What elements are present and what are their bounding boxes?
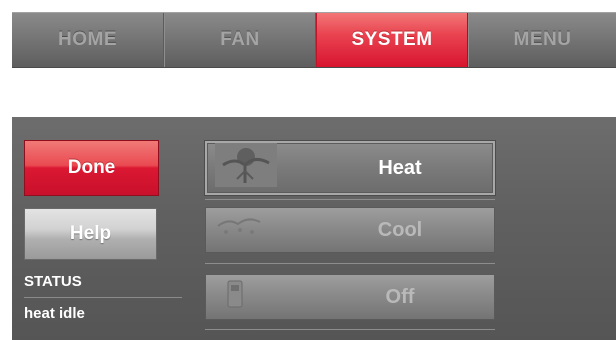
mode-heat-label: Heat (378, 156, 422, 179)
done-button[interactable]: Done (24, 140, 159, 196)
tab-home[interactable]: HOME (12, 13, 164, 67)
heat-icon (215, 143, 277, 193)
tab-fan[interactable]: FAN (164, 13, 316, 67)
status-label: STATUS (24, 273, 82, 290)
divider (205, 199, 495, 200)
cool-icon (214, 212, 276, 248)
mode-cool-button[interactable]: Cool (205, 207, 495, 253)
top-nav-bar: HOME FAN SYSTEM MENU (12, 12, 616, 68)
tab-menu[interactable]: MENU (468, 13, 616, 67)
mode-off-label: Off (385, 285, 415, 308)
mode-cool-label: Cool (377, 218, 423, 241)
tab-system[interactable]: SYSTEM (316, 13, 468, 67)
divider (205, 263, 495, 264)
help-button[interactable]: Help (24, 208, 157, 260)
system-mode-panel: Done Help STATUS heat idle Heat Cool Off (12, 117, 616, 340)
mode-heat-button[interactable]: Heat (205, 141, 495, 195)
off-icon (214, 279, 254, 315)
divider (205, 329, 495, 330)
mode-off-button[interactable]: Off (205, 274, 495, 320)
status-value: heat idle (24, 305, 85, 322)
status-divider (24, 297, 182, 298)
